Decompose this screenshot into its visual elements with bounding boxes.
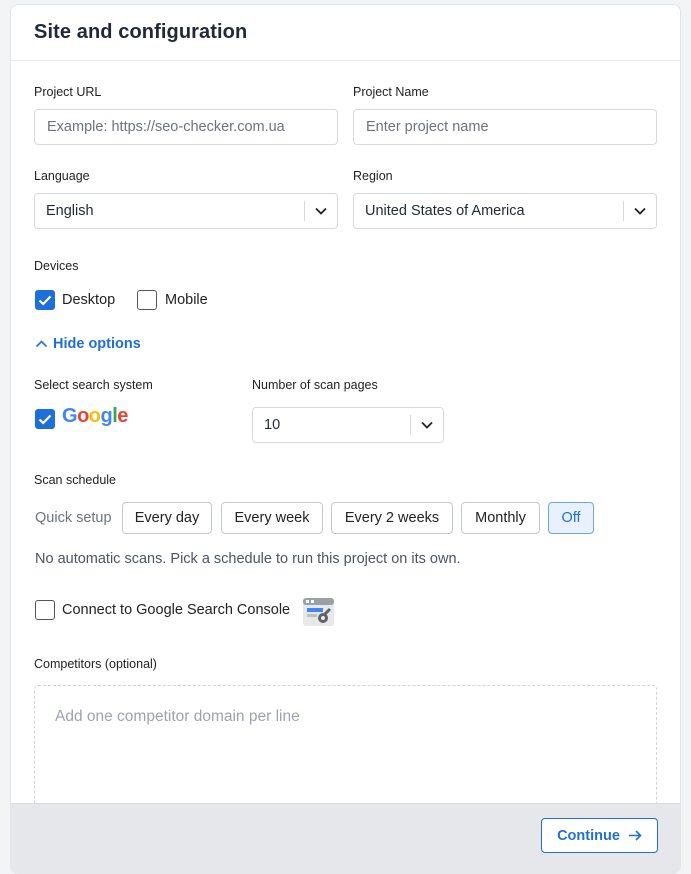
chevron-down-icon <box>305 207 337 215</box>
mobile-label[interactable]: Mobile <box>165 292 208 308</box>
schedule-every-2-weeks-button[interactable]: Every 2 weeks <box>331 502 453 534</box>
project-url-label: Project URL <box>34 85 102 99</box>
schedule-monthly-button[interactable]: Monthly <box>461 502 540 534</box>
checkmark-icon <box>38 295 52 306</box>
project-name-label: Project Name <box>353 85 429 99</box>
search-console-icon <box>302 594 335 627</box>
scan-pages-label: Number of scan pages <box>252 378 378 392</box>
continue-button[interactable]: Continue <box>541 818 658 853</box>
competitors-label: Competitors (optional) <box>34 657 157 671</box>
project-name-input[interactable] <box>353 109 657 145</box>
search-system-label: Select search system <box>34 378 153 392</box>
site-configuration-card: Site and configuration Project URL Proje… <box>10 4 681 874</box>
schedule-every-week-button[interactable]: Every week <box>221 502 323 534</box>
scan-schedule-label: Scan schedule <box>34 473 117 487</box>
hide-options-label: Hide options <box>53 336 141 352</box>
desktop-label[interactable]: Desktop <box>62 292 115 308</box>
gsc-checkbox[interactable] <box>35 600 55 620</box>
scan-pages-selected-value: 10 <box>264 417 281 433</box>
chevron-up-icon <box>35 340 48 348</box>
card-header: Site and configuration <box>11 5 680 61</box>
chevron-down-icon <box>411 421 443 429</box>
footer-bar: Continue <box>11 803 680 873</box>
page-title: Site and configuration <box>34 21 248 43</box>
region-selected-value: United States of America <box>365 203 525 219</box>
chevron-down-icon <box>624 207 656 215</box>
continue-label: Continue <box>557 827 620 844</box>
devices-label: Devices <box>34 259 79 273</box>
mobile-checkbox[interactable] <box>137 290 157 310</box>
hide-options-toggle[interactable]: Hide options <box>35 336 141 352</box>
gsc-label[interactable]: Connect to Google Search Console <box>62 602 290 618</box>
project-url-input[interactable] <box>34 109 338 145</box>
language-selected-value: English <box>46 203 94 219</box>
region-label: Region <box>353 169 393 183</box>
schedule-off-button[interactable]: Off <box>548 502 594 534</box>
google-checkbox[interactable] <box>35 409 55 429</box>
schedule-hint: No automatic scans. Pick a schedule to r… <box>35 551 461 567</box>
scan-pages-select[interactable]: 10 <box>252 407 444 443</box>
checkmark-icon <box>38 414 52 425</box>
competitors-textarea[interactable] <box>34 685 657 815</box>
arrow-right-icon <box>628 830 642 841</box>
desktop-checkbox[interactable] <box>35 290 55 310</box>
schedule-every-day-button[interactable]: Every day <box>122 502 212 534</box>
region-select[interactable]: United States of America <box>353 193 657 229</box>
language-label: Language <box>34 169 90 183</box>
google-logo: Google <box>62 405 128 427</box>
language-select[interactable]: English <box>34 193 338 229</box>
quick-setup-label: Quick setup <box>35 510 112 526</box>
